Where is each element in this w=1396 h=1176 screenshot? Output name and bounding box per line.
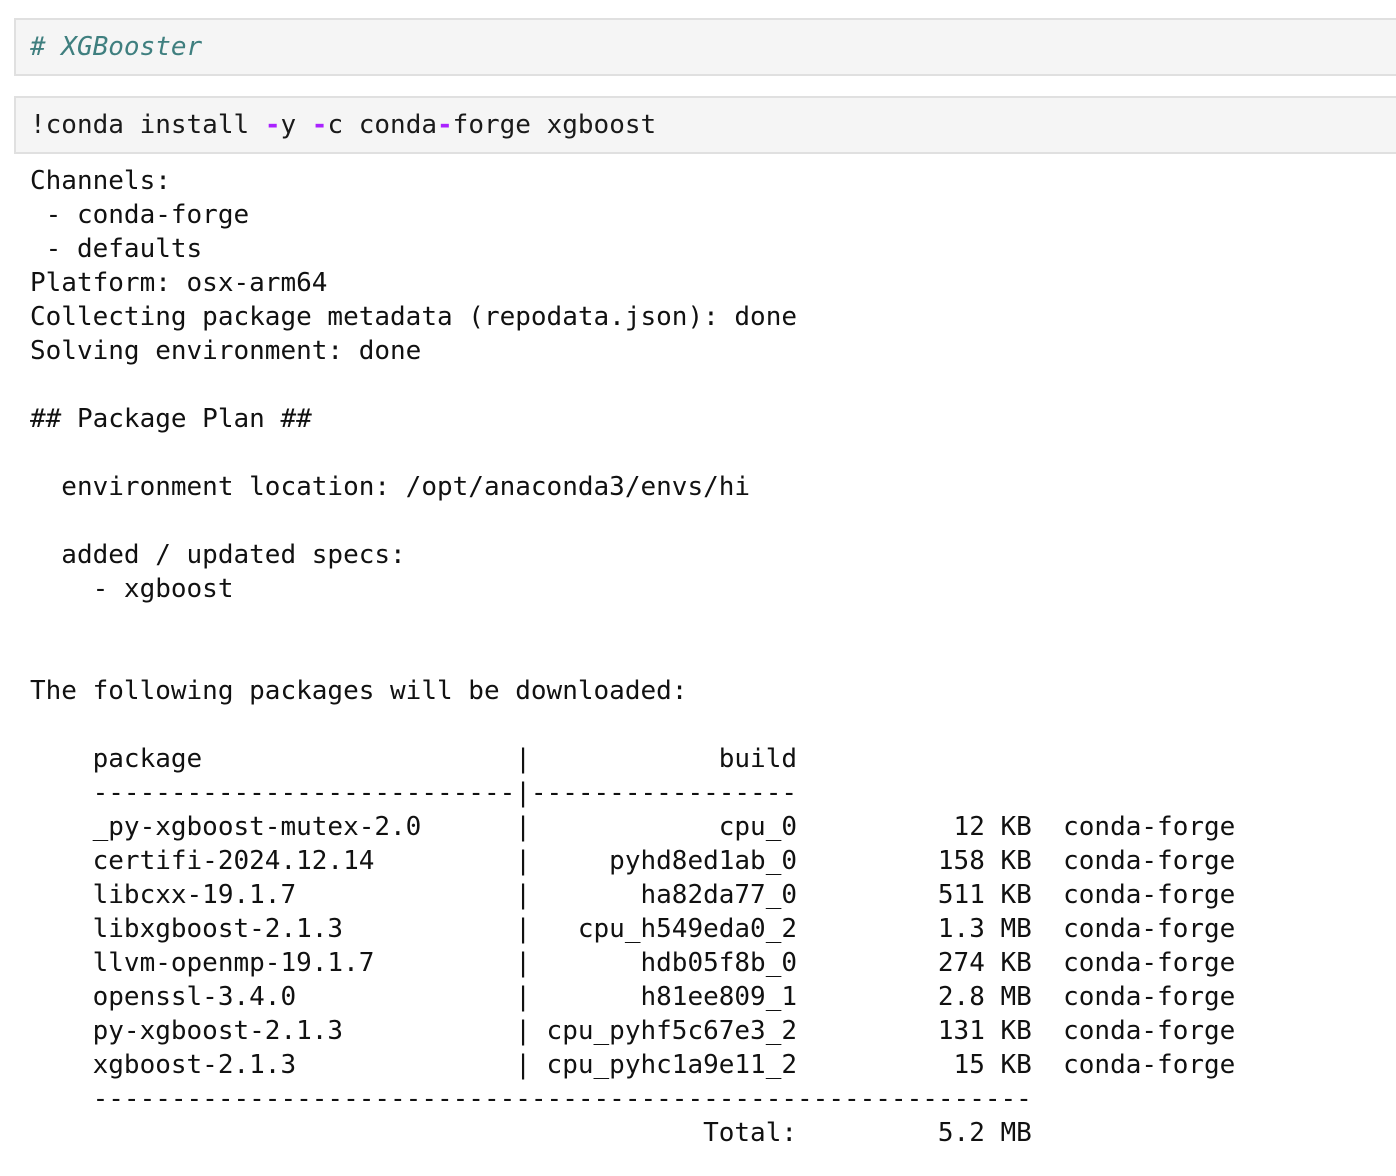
- output-line: - conda-forge: [30, 200, 250, 230]
- code-command: !conda install: [30, 110, 265, 140]
- output-line: openssl-3.4.0 | h81ee809_1 2.8 MB conda-…: [30, 982, 1236, 1012]
- output-line: Channels:: [30, 166, 171, 196]
- code-cell[interactable]: !conda install -y -c conda-forge xgboost: [14, 96, 1396, 154]
- code-cell-source: !conda install -y -c conda-forge xgboost: [30, 108, 656, 142]
- output-line: libcxx-19.1.7 | ha82da77_0 511 KB conda-…: [30, 880, 1236, 910]
- output-line: Collecting package metadata (repodata.js…: [30, 302, 798, 332]
- markdown-cell-source: # XGBooster: [30, 32, 203, 62]
- output-line: ## Package Plan ##: [30, 404, 312, 434]
- output-line: Solving environment: done: [30, 336, 422, 366]
- output-line: - defaults: [30, 234, 203, 264]
- output-line: _py-xgboost-mutex-2.0 | cpu_0 12 KB cond…: [30, 812, 1236, 842]
- output-line: ----------------------------------------…: [30, 1084, 1032, 1114]
- code-argument: forge xgboost: [452, 110, 657, 140]
- output-line: package | build: [30, 744, 798, 774]
- code-operator: -: [311, 110, 328, 140]
- code-operator: -: [437, 110, 453, 140]
- markdown-cell[interactable]: # XGBooster: [14, 18, 1396, 76]
- output-line: xgboost-2.1.3 | cpu_pyhc1a9e11_2 15 KB c…: [30, 1050, 1236, 1080]
- output-line: ---------------------------|------------…: [30, 778, 798, 808]
- code-operator: -: [264, 110, 281, 140]
- output-line: py-xgboost-2.1.3 | cpu_pyhf5c67e3_2 131 …: [30, 1016, 1236, 1046]
- code-flag: y: [280, 110, 312, 140]
- output-line: Platform: osx-arm64: [30, 268, 328, 298]
- output-line: added / updated specs:: [30, 540, 406, 570]
- output-line: environment location: /opt/anaconda3/env…: [30, 472, 751, 502]
- output-line: Total: 5.2 MB: [30, 1118, 1032, 1148]
- output-line: libxgboost-2.1.3 | cpu_h549eda0_2 1.3 MB…: [30, 914, 1236, 944]
- output-line: certifi-2024.12.14 | pyhd8ed1ab_0 158 KB…: [30, 846, 1236, 876]
- output-line: llvm-openmp-19.1.7 | hdb05f8b_0 274 KB c…: [30, 948, 1236, 978]
- code-flag: c conda: [327, 110, 438, 140]
- cell-output: Channels: - conda-forge - defaults Platfo…: [30, 164, 1235, 1150]
- output-line: - xgboost: [30, 574, 234, 604]
- output-line: The following packages will be downloade…: [30, 676, 688, 706]
